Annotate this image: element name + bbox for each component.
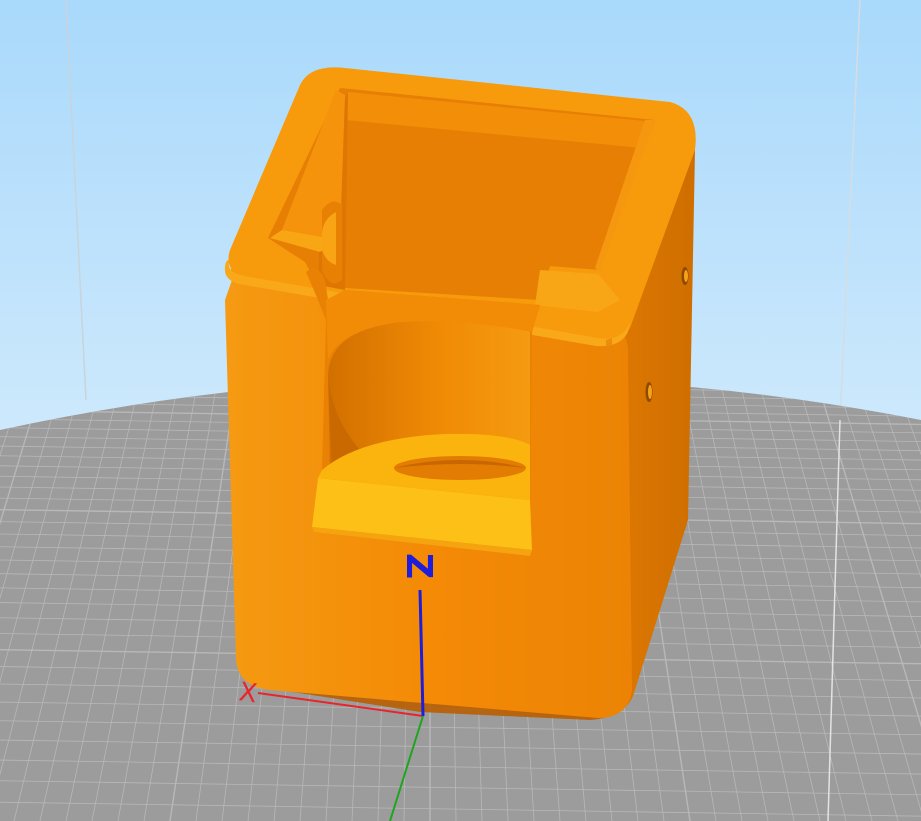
z-axis-label: Z <box>398 553 439 579</box>
model-mount-block[interactable] <box>224 67 696 720</box>
3d-viewport[interactable]: X Z <box>0 0 921 821</box>
scene-canvas[interactable]: X Z <box>0 0 921 821</box>
model-oval-hole <box>394 456 526 480</box>
